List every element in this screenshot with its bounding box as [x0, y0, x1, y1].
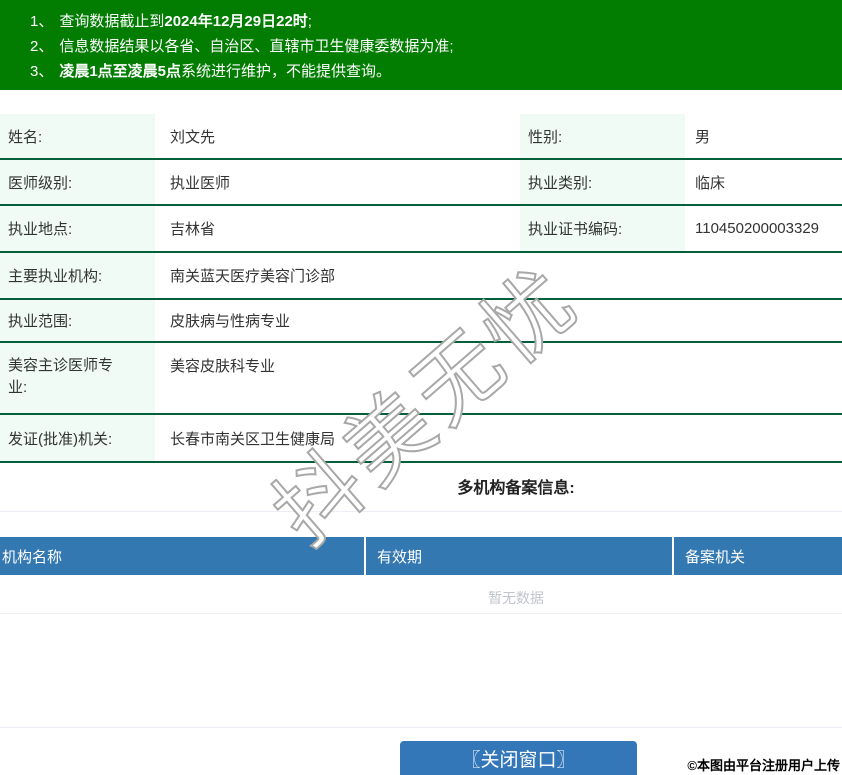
notice-line-3-number: 3、 — [30, 63, 54, 80]
notice-line-3-suffix: 系统进行维护，不能提供查询。 — [181, 63, 392, 80]
practice-scope-label: 执业范围: — [0, 300, 155, 341]
table-row-cosmetic-specialty: 美容主诊医师专业: 美容皮肤科专业 — [0, 343, 842, 415]
practice-category-value: 临床 — [695, 174, 726, 192]
doctor-level-value: 执业医师 — [170, 174, 231, 192]
table-row-level-category: 医师级别: 执业医师 执业类别: 临床 — [0, 160, 842, 206]
notice-line-1-suffix: ; — [307, 13, 312, 30]
column-header-record-authority: 备案机关 — [674, 537, 842, 575]
table-row-location-cert: 执业地点: 吉林省 执业证书编码: 110450200003329 — [0, 206, 842, 253]
notice-line-3: 3、 凌晨1点至凌晨5点系统进行维护，不能提供查询。 — [30, 59, 832, 84]
table-row-issuing-authority: 发证(批准)机关: 长春市南关区卫生健康局 — [0, 415, 842, 463]
multi-org-table-header: 机构名称 有效期 备案机关 — [0, 537, 842, 575]
notice-line-2-text: 信息数据结果以各省、自治区、直辖市卫生健康委数据为准; — [59, 38, 454, 55]
no-data-placeholder: 暂无数据 — [488, 590, 544, 606]
notice-line-2: 2、 信息数据结果以各省、自治区、直辖市卫生健康委数据为准; — [30, 34, 832, 59]
practice-location-value: 吉林省 — [170, 221, 216, 238]
notice-line-3-bold: 凌晨1点至凌晨5点 — [59, 63, 182, 80]
name-label: 姓名: — [0, 114, 155, 158]
issuing-authority-value: 长春市南关区卫生健康局 — [170, 430, 336, 448]
notice-line-1-number: 1、 — [30, 13, 54, 30]
practice-scope-value: 皮肤病与性病专业 — [170, 313, 291, 330]
cosmetic-specialty-label: 美容主诊医师专业: — [0, 343, 155, 413]
column-header-validity-period: 有效期 — [366, 537, 674, 575]
certificate-number-label: 执业证书编码: — [520, 206, 685, 251]
doctor-level-label: 医师级别: — [0, 160, 155, 204]
main-institution-label: 主要执业机构: — [0, 253, 155, 298]
close-window-button[interactable]: 〖关闭窗口〗 — [400, 741, 637, 775]
table-row-main-institution: 主要执业机构: 南关蓝天医疗美容门诊部 — [0, 253, 842, 300]
practice-location-label: 执业地点: — [0, 206, 155, 251]
table-row-name-gender: 姓名: 刘文先 性别: 男 — [0, 114, 842, 160]
certificate-number-value: 110450200003329 — [695, 220, 820, 237]
gender-value: 男 — [695, 128, 711, 146]
uploader-credit-watermark: ©本图由平台注册用户上传 — [687, 758, 840, 773]
notice-banner: 1、 查询数据截止到2024年12月29日22时; 2、 信息数据结果以各省、自治区… — [0, 0, 842, 90]
notice-line-1-bold: 2024年12月29日22时 — [164, 13, 308, 30]
multi-org-section-title: 多机构备案信息: — [457, 480, 575, 497]
main-institution-value: 南关蓝天医疗美容门诊部 — [170, 268, 336, 285]
notice-line-1: 1、 查询数据截止到2024年12月29日22时; — [30, 9, 832, 34]
practice-category-label: 执业类别: — [520, 160, 685, 204]
divider — [0, 511, 842, 512]
column-header-institution-name: 机构名称 — [0, 537, 366, 575]
notice-line-1-text: 查询数据截止到 — [59, 13, 165, 30]
divider — [0, 613, 842, 614]
cosmetic-specialty-value: 美容皮肤科专业 — [170, 358, 276, 375]
name-value: 刘文先 — [170, 128, 216, 146]
practitioner-info-table: 姓名: 刘文先 性别: 男 医师级别: 执业医师 执业类别: 临床 执业地点: … — [0, 114, 842, 463]
gender-label: 性别: — [520, 114, 685, 158]
table-row-practice-scope: 执业范围: 皮肤病与性病专业 — [0, 300, 842, 343]
issuing-authority-label: 发证(批准)机关: — [0, 415, 155, 461]
notice-line-2-number: 2、 — [30, 38, 54, 55]
divider — [0, 727, 842, 728]
